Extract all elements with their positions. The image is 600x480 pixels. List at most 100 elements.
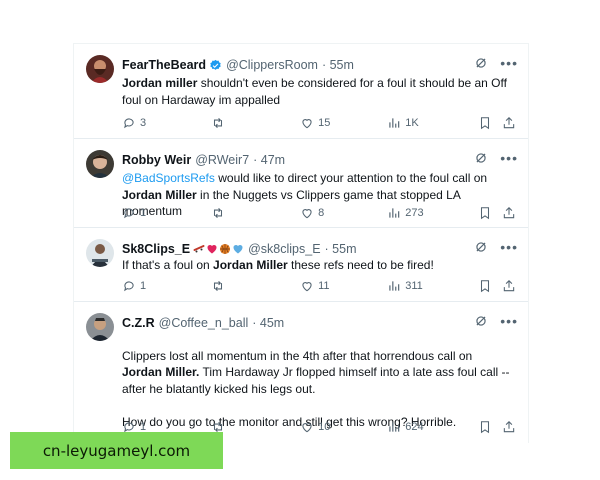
views-button[interactable]: 273 <box>387 206 478 220</box>
bookmark-icon <box>481 207 490 220</box>
bookmark-icon <box>481 421 490 434</box>
avatar[interactable] <box>86 55 114 83</box>
action-bar: 1 11 311 <box>122 278 516 294</box>
view-count: 273 <box>405 207 424 219</box>
more-icon[interactable]: ••• <box>500 56 518 70</box>
share-button[interactable] <box>502 420 516 434</box>
reply-icon <box>124 118 134 129</box>
display-name[interactable]: C.Z.R <box>122 316 155 330</box>
like-icon <box>302 119 312 129</box>
repost-button[interactable] <box>211 420 300 434</box>
bookmark-button[interactable] <box>478 279 502 293</box>
reply-button[interactable]: 1 <box>122 206 211 220</box>
timestamp[interactable]: · 55m <box>325 242 357 256</box>
reply-feed: FearTheBeard @ClippersRoom · 55m ••• Jor… <box>73 43 529 443</box>
user-handle[interactable]: @Coffee_n_ball <box>159 316 249 330</box>
view-count: 1K <box>405 117 419 129</box>
tweet[interactable]: Robby Weir @RWeir7 · 47m ••• @BadSportsR… <box>74 139 528 228</box>
view-count: 311 <box>405 280 423 292</box>
like-count: 10 <box>318 421 331 433</box>
watermark-text: cn-leyugameyl.com <box>42 441 191 460</box>
share-icon <box>503 117 515 129</box>
reply-icon <box>124 208 134 219</box>
mention-bold: Jordan miller <box>122 76 198 90</box>
like-icon <box>302 209 312 219</box>
repost-icon <box>214 207 223 219</box>
bookmark-button[interactable] <box>478 420 502 434</box>
verified-badge-icon <box>210 59 221 70</box>
bookmark-icon <box>481 117 490 130</box>
views-button[interactable]: 1K <box>387 116 478 130</box>
repost-icon <box>214 117 223 129</box>
reply-button[interactable]: 1 <box>122 279 211 293</box>
repost-button[interactable] <box>211 206 300 220</box>
tweet[interactable]: FearTheBeard @ClippersRoom · 55m ••• Jor… <box>74 44 528 139</box>
tweet-header: FearTheBeard @ClippersRoom · 55m ••• <box>122 56 518 74</box>
user-handle[interactable]: @RWeir7 <box>195 153 249 167</box>
timestamp[interactable]: · 45m <box>252 316 284 330</box>
timestamp[interactable]: · 47m <box>253 153 285 167</box>
views-button[interactable]: 624 <box>387 420 478 434</box>
views-icon <box>389 281 400 291</box>
tweet[interactable]: Sk8Clips_E @sk8clips_E · 55m ••• If that… <box>74 228 528 302</box>
text-segment: would like to direct your attention to t… <box>214 171 488 185</box>
avatar[interactable] <box>86 239 114 267</box>
tweet[interactable]: C.Z.R @Coffee_n_ball · 45m ••• Clippers … <box>74 302 528 443</box>
display-name[interactable]: Robby Weir <box>122 153 191 167</box>
text-segment: If that's a foul on <box>122 258 214 272</box>
like-icon <box>302 423 312 433</box>
like-count: 11 <box>318 280 330 292</box>
avatar[interactable] <box>86 313 114 341</box>
blue-heart-icon <box>233 245 243 254</box>
text-segment: Clippers lost all momentum in the 4th af… <box>122 348 473 363</box>
more-icon[interactable]: ••• <box>500 151 518 165</box>
watermark-banner: cn-leyugameyl.com <box>10 432 223 469</box>
repost-button[interactable] <box>211 116 300 130</box>
share-button[interactable] <box>502 279 516 293</box>
like-button[interactable]: 15 <box>300 116 387 130</box>
like-count: 8 <box>318 207 325 219</box>
bookmark-button[interactable] <box>478 206 502 220</box>
user-handle[interactable]: @ClippersRoom <box>226 58 318 72</box>
views-icon <box>389 118 400 128</box>
avatar[interactable] <box>86 150 114 178</box>
tweet-text: If that's a foul on Jordan Miller these … <box>122 257 514 274</box>
like-button[interactable]: 8 <box>300 206 387 220</box>
share-icon <box>503 207 515 219</box>
tweet-header: Robby Weir @RWeir7 · 47m ••• <box>122 151 518 169</box>
repost-button[interactable] <box>211 279 300 293</box>
mention-link[interactable]: @BadSportsRefs <box>122 171 215 185</box>
bookmark-button[interactable] <box>478 116 502 130</box>
share-button[interactable] <box>502 206 516 220</box>
tweet-text: Clippers lost all momentum in the 4th af… <box>122 331 514 430</box>
action-bar: 3 15 1K <box>122 115 516 131</box>
bookmark-icon <box>481 280 490 293</box>
share-icon <box>503 280 515 292</box>
views-button[interactable]: 311 <box>387 279 478 293</box>
like-button[interactable]: 11 <box>300 279 387 293</box>
more-icon[interactable]: ••• <box>500 314 518 328</box>
user-handle[interactable]: @sk8clips_E <box>248 242 320 256</box>
mention-bold: Jordan Miller. <box>122 365 200 379</box>
reply-button[interactable]: 3 <box>122 116 211 130</box>
more-icon[interactable]: ••• <box>500 240 518 254</box>
grok-icon[interactable] <box>474 240 488 254</box>
like-count: 15 <box>318 117 331 129</box>
share-button[interactable] <box>502 116 516 130</box>
tweet-header: C.Z.R @Coffee_n_ball · 45m ••• <box>122 314 518 332</box>
view-count: 624 <box>405 421 424 433</box>
heart-icon <box>207 245 217 254</box>
display-name[interactable]: Sk8Clips_E <box>122 242 190 256</box>
reply-icon <box>124 281 134 292</box>
name-emojis <box>193 243 244 255</box>
tweet-header: Sk8Clips_E @sk8clips_E · 55m ••• <box>122 240 518 258</box>
action-bar: 1 8 273 <box>122 205 516 221</box>
like-button[interactable]: 10 <box>300 420 387 434</box>
timestamp[interactable]: · 55m <box>322 58 354 72</box>
grok-icon[interactable] <box>474 314 488 328</box>
grok-icon[interactable] <box>474 151 488 165</box>
like-icon <box>302 282 312 292</box>
reply-count: 1 <box>140 280 147 292</box>
grok-icon[interactable] <box>474 56 488 70</box>
display-name[interactable]: FearTheBeard <box>122 58 206 72</box>
